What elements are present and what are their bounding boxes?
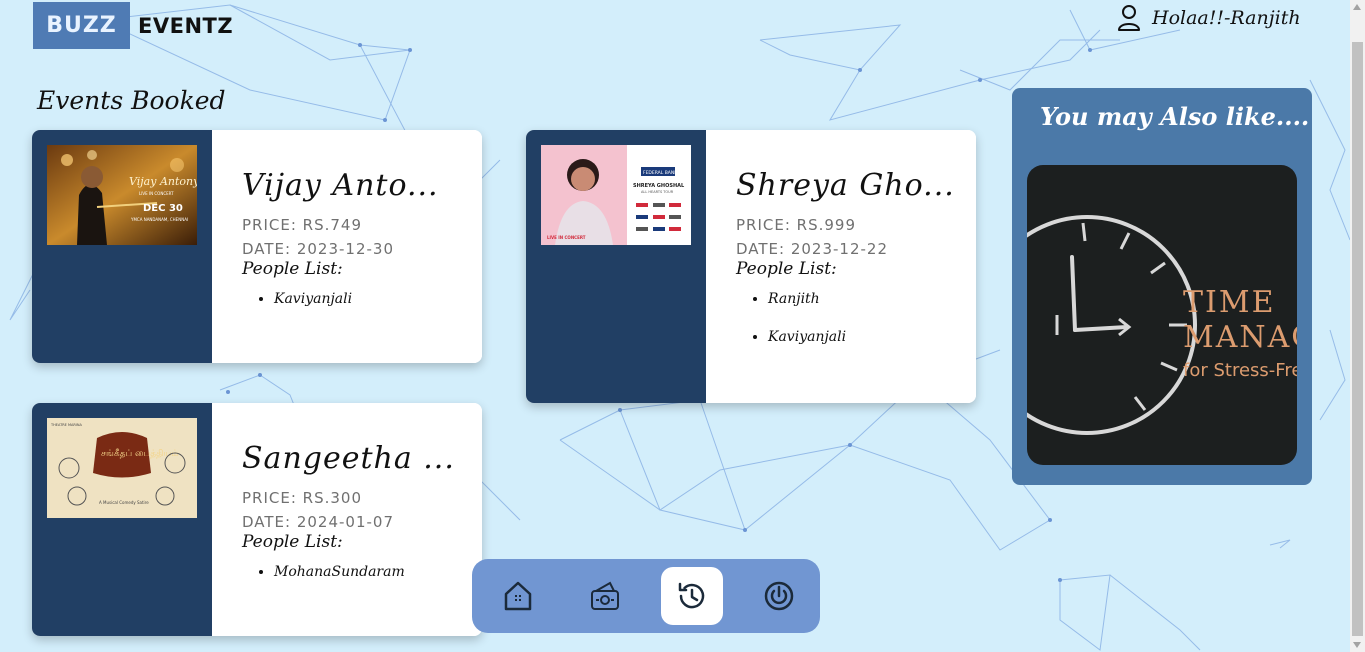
card-side-panel: Vijay Antony LIVE IN CONCERT DEC 30 YMCA… xyxy=(32,130,212,363)
event-date: DATE: 2023-12-22 xyxy=(736,240,889,258)
event-poster-image: சங்கீதப் பைத்தியம் THEATRE MARINA A Musi… xyxy=(47,418,197,518)
history-icon xyxy=(678,582,705,609)
person-item: Kaviyanjali xyxy=(274,291,482,307)
event-title: Shreya Gho... xyxy=(736,168,955,203)
ad-headline-2: MANAGE xyxy=(1183,320,1297,355)
card-details: Shreya Gho... PRICE: RS.999 DATE: 2023-1… xyxy=(706,130,976,403)
logo-box: BUZZ xyxy=(33,2,130,49)
people-list: Ranjith Kaviyanjali xyxy=(736,291,976,345)
ad-headline: TIME xyxy=(1183,285,1276,320)
event-price: PRICE: RS.300 xyxy=(242,489,363,507)
event-title: Vijay Anto... xyxy=(242,168,439,203)
bottom-nav-bar xyxy=(472,559,820,633)
svg-text:SHREYA GHOSHAL: SHREYA GHOSHAL xyxy=(633,183,685,189)
nav-events-button[interactable] xyxy=(574,567,636,625)
recommendation-ad-image[interactable]: TIME MANAGE for Stress-Free xyxy=(1027,165,1297,465)
card-side-panel: LIVE IN CONCERT FEDERAL BANK SHREYA GHOS… xyxy=(526,130,706,403)
svg-text:Vijay Antony: Vijay Antony xyxy=(129,175,197,188)
event-poster-image: Vijay Antony LIVE IN CONCERT DEC 30 YMCA… xyxy=(47,145,197,245)
event-date: DATE: 2023-12-30 xyxy=(242,240,395,258)
nav-history-button[interactable] xyxy=(661,567,723,625)
card-side-panel: சங்கீதப் பைத்தியம் THEATRE MARINA A Musi… xyxy=(32,403,212,636)
power-icon xyxy=(764,581,794,611)
ticket-icon xyxy=(591,581,619,610)
svg-text:A Musical Comedy Satire: A Musical Comedy Satire xyxy=(99,500,149,505)
ad-subtitle: for Stress-Free xyxy=(1183,360,1297,381)
scroll-up-arrow[interactable] xyxy=(1353,4,1361,10)
page-scrollbar[interactable] xyxy=(1350,0,1365,652)
svg-text:DEC 30: DEC 30 xyxy=(143,203,183,214)
svg-text:ALL HEARTS TOUR: ALL HEARTS TOUR xyxy=(641,190,674,194)
scroll-down-arrow[interactable] xyxy=(1353,642,1361,648)
person-item: Kaviyanjali xyxy=(768,329,976,345)
brand-logo[interactable]: BUZZ EVENTZ xyxy=(33,2,233,49)
people-list-label: People List: xyxy=(242,259,343,279)
svg-text:LIVE IN CONCERT: LIVE IN CONCERT xyxy=(139,191,174,196)
user-menu[interactable]: Holaa!!-Ranjith xyxy=(1117,4,1301,32)
card-details: Sangeetha ... PRICE: RS.300 DATE: 2024-0… xyxy=(212,403,482,636)
svg-text:LIVE IN CONCERT: LIVE IN CONCERT xyxy=(547,235,586,240)
people-list: Kaviyanjali xyxy=(242,291,482,307)
event-price: PRICE: RS.999 xyxy=(736,216,857,234)
svg-text:YMCA NANDANAM, CHENNAI: YMCA NANDANAM, CHENNAI xyxy=(130,217,188,222)
event-card-vijay-antony[interactable]: Vijay Antony LIVE IN CONCERT DEC 30 YMCA… xyxy=(32,130,482,363)
nav-home-button[interactable] xyxy=(487,567,549,625)
card-details: Vijay Anto... PRICE: RS.749 DATE: 2023-1… xyxy=(212,130,482,363)
svg-text:THEATRE MARINA: THEATRE MARINA xyxy=(50,423,82,427)
svg-text:FEDERAL BANK: FEDERAL BANK xyxy=(643,170,678,176)
person-item: Ranjith xyxy=(768,291,976,307)
nav-logout-button[interactable] xyxy=(748,567,810,625)
page-title: Events Booked xyxy=(37,86,226,115)
people-list-label: People List: xyxy=(242,532,343,552)
home-icon xyxy=(504,581,532,611)
recommendation-title: You may Also like.... xyxy=(1040,102,1310,131)
logo-text: EVENTZ xyxy=(138,13,234,38)
event-title: Sangeetha ... xyxy=(242,441,455,476)
recommendation-panel: You may Also like.... TIME MANAGE for St… xyxy=(1012,88,1312,485)
event-card-sangeetha[interactable]: சங்கீதப் பைத்தியம் THEATRE MARINA A Musi… xyxy=(32,403,482,636)
person-item: MohanaSundaram xyxy=(274,564,482,580)
user-greeting: Holaa!!-Ranjith xyxy=(1152,7,1301,29)
people-list-label: People List: xyxy=(736,259,837,279)
scrollbar-thumb[interactable] xyxy=(1352,42,1363,636)
event-price: PRICE: RS.749 xyxy=(242,216,363,234)
people-list: MohanaSundaram xyxy=(242,564,482,580)
event-date: DATE: 2024-01-07 xyxy=(242,513,395,531)
user-icon xyxy=(1118,5,1140,31)
event-card-shreya-ghoshal[interactable]: LIVE IN CONCERT FEDERAL BANK SHREYA GHOS… xyxy=(526,130,976,403)
event-poster-image: LIVE IN CONCERT FEDERAL BANK SHREYA GHOS… xyxy=(541,145,691,245)
